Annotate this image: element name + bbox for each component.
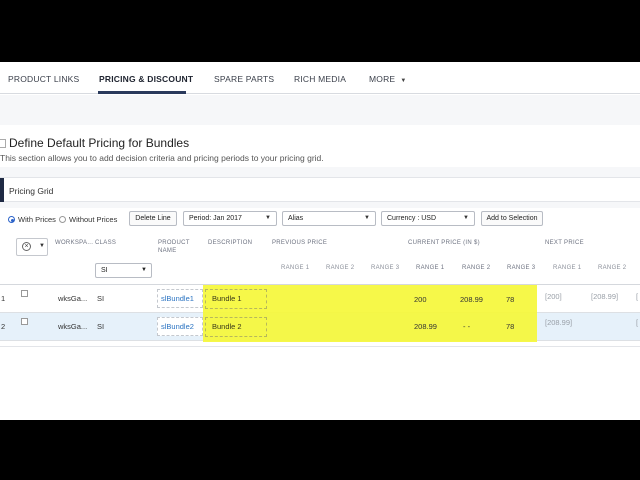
col-cur-range3: RANGE 3 — [507, 265, 536, 271]
chevron-down-icon: ▼ — [265, 215, 271, 221]
spacer — [0, 167, 640, 177]
next-range2-cell[interactable]: [208.99] — [591, 292, 618, 301]
tab-rich-media[interactable]: RICH MEDIA — [294, 74, 346, 84]
col-product-name-1[interactable]: PRODUCT — [158, 240, 190, 246]
col-class[interactable]: CLASS — [95, 240, 116, 246]
current-range1-cell[interactable]: 200 — [414, 295, 427, 304]
add-to-selection-button[interactable]: Add to Selection — [481, 211, 543, 226]
col-workspace[interactable]: WORKSPA... — [55, 240, 93, 246]
current-range3-cell[interactable]: 78 — [506, 322, 514, 331]
col-next-price: NEXT PRICE — [545, 240, 584, 246]
tab-pricing-discount[interactable]: PRICING & DISCOUNT — [99, 74, 193, 84]
row-number: 2 — [1, 322, 6, 331]
spacer — [0, 95, 640, 125]
col-current-price: CURRENT PRICE (IN $) — [408, 240, 480, 246]
table-bottom-border — [0, 346, 640, 347]
col-cur-range1: RANGE 1 — [416, 265, 445, 271]
next-range3-cell[interactable]: [ — [636, 318, 638, 327]
class-filter-select[interactable]: SI ▼ — [95, 263, 152, 278]
row-checkbox[interactable] — [21, 318, 28, 325]
alias-value: Alias — [288, 215, 304, 222]
without-prices-radio[interactable]: Without Prices — [59, 215, 117, 224]
next-range1-cell[interactable]: [200] — [545, 292, 562, 301]
grid-header-accent — [0, 178, 4, 203]
currency-value: Currency : USD — [387, 215, 437, 222]
caret-down-icon: ▼ — [400, 78, 407, 84]
col-prev-range3: RANGE 3 — [371, 265, 400, 271]
current-range2-cell[interactable]: 208.99 — [460, 295, 483, 304]
chevron-down-icon: ▼ — [141, 267, 147, 273]
col-product-name-2[interactable]: NAME — [158, 248, 177, 254]
col-description[interactable]: DESCRIPTION — [208, 240, 252, 246]
pricing-grid-header[interactable]: Pricing Grid — [0, 177, 640, 203]
row-number: 1 — [1, 294, 6, 303]
tab-more[interactable]: MORE ▼ — [369, 74, 406, 84]
current-range2-cell[interactable]: - - — [463, 322, 470, 331]
chevron-down-icon: ▼ — [364, 215, 370, 221]
section-description: This section allows you to add decision … — [0, 153, 324, 163]
class-cell: SI — [97, 322, 105, 331]
with-prices-radio[interactable]: With Prices — [8, 215, 56, 224]
product-name-link[interactable]: slBundle1 — [157, 289, 203, 308]
class-filter-value: SI — [101, 267, 108, 274]
col-previous-price: PREVIOUS PRICE — [272, 240, 328, 246]
delete-line-button[interactable]: Delete Line — [129, 211, 177, 226]
app-screen: PRODUCT LINKS PRICING & DISCOUNT SPARE P… — [0, 62, 640, 420]
workspace-cell: wksGa... — [58, 294, 88, 303]
period-select[interactable]: Period: Jan 2017 ▼ — [183, 211, 277, 226]
tab-bar: PRODUCT LINKS PRICING & DISCOUNT SPARE P… — [0, 62, 640, 94]
tab-product-links[interactable]: PRODUCT LINKS — [8, 74, 79, 84]
currency-select[interactable]: Currency : USD ▼ — [381, 211, 475, 226]
col-next-range2: RANGE 2 — [598, 265, 627, 271]
class-cell: SI — [97, 294, 105, 303]
tab-more-label: MORE — [369, 74, 396, 84]
radio-selected-icon — [8, 216, 15, 223]
radio-unselected-icon — [59, 216, 66, 223]
alias-select[interactable]: Alias ▼ — [282, 211, 376, 226]
col-prev-range2: RANGE 2 — [326, 265, 355, 271]
active-tab-indicator — [98, 91, 186, 94]
tab-spare-parts[interactable]: SPARE PARTS — [214, 74, 274, 84]
col-cur-range2: RANGE 2 — [462, 265, 491, 271]
row-filter-control[interactable]: × ▼ — [16, 238, 48, 256]
chevron-down-icon[interactable]: ▼ — [39, 243, 45, 249]
pricing-grid-title: Pricing Grid — [9, 186, 54, 196]
description-field[interactable]: Bundle 1 — [205, 289, 267, 309]
without-prices-label: Without Prices — [69, 215, 118, 224]
clear-circle-icon[interactable]: × — [22, 242, 31, 251]
current-range1-cell[interactable]: 208.99 — [414, 322, 437, 331]
col-next-range1: RANGE 1 — [553, 265, 582, 271]
grid-toolbar: With Prices Without Prices Delete Line P… — [0, 208, 640, 230]
product-name-link[interactable]: slBundle2 — [157, 317, 203, 336]
with-prices-label: With Prices — [18, 215, 56, 224]
row-checkbox[interactable] — [21, 290, 28, 297]
description-field[interactable]: Bundle 2 — [205, 317, 267, 337]
next-range1-cell[interactable]: [208.99] — [545, 318, 572, 327]
period-value: Period: Jan 2017 — [189, 215, 242, 222]
col-prev-range1: RANGE 1 — [281, 265, 310, 271]
section-title: Define Default Pricing for Bundles — [0, 136, 189, 150]
next-range3-cell[interactable]: [ — [636, 292, 638, 301]
chevron-down-icon: ▼ — [463, 215, 469, 221]
collapse-icon[interactable] — [0, 139, 6, 148]
current-range3-cell[interactable]: 78 — [506, 295, 514, 304]
section-title-text: Define Default Pricing for Bundles — [9, 136, 190, 150]
workspace-cell: wksGa... — [58, 322, 88, 331]
